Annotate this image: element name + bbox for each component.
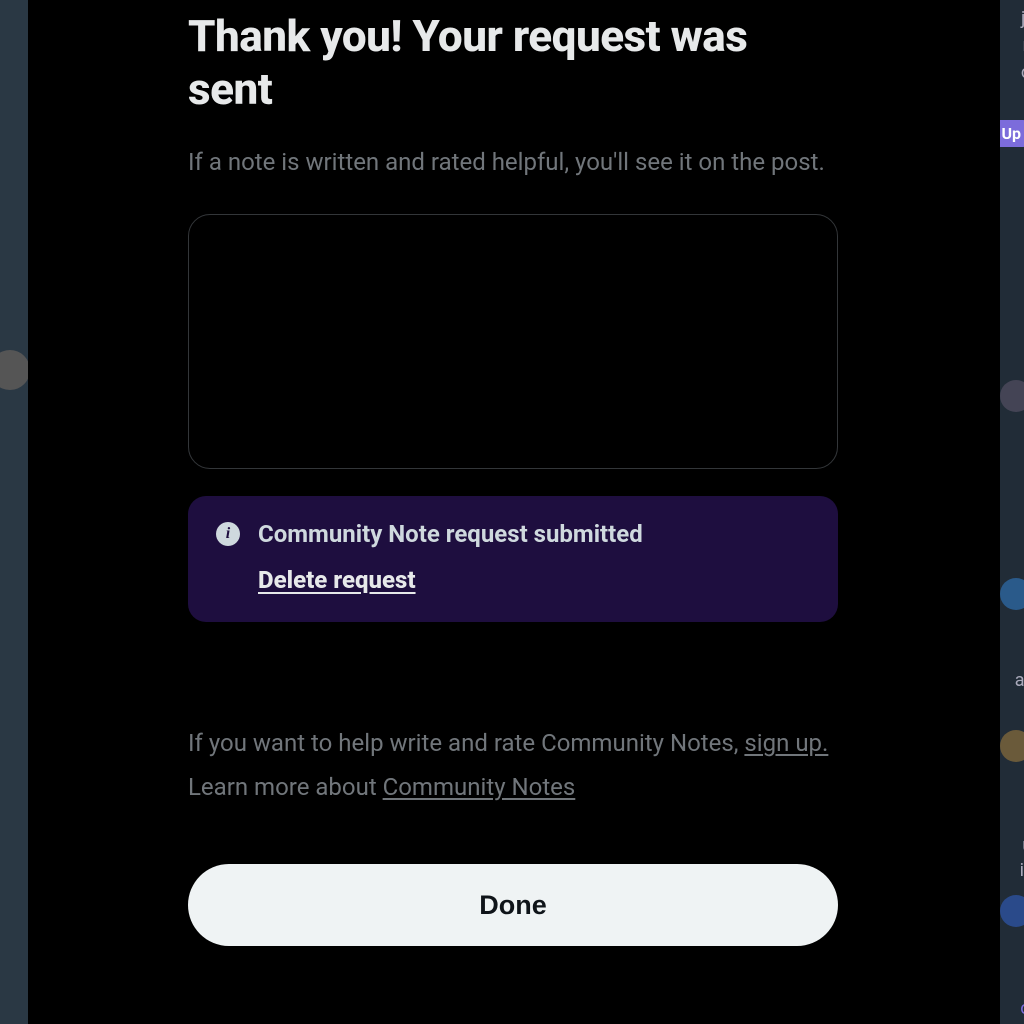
bg-avatar-icon [1000,730,1024,762]
modal-subtitle: If a note is written and rated helpful, … [188,146,838,180]
bg-avatar-icon [1000,895,1024,927]
bg-avatar-icon [1000,578,1024,610]
bg-text: ow [1020,998,1024,1019]
help-prefix: If you want to help write and rate Commu… [188,729,744,757]
background-right: joy r Y oly Up xp el ne an ane as utt ig… [1000,0,1024,1024]
done-button[interactable]: Done [188,864,838,946]
bg-text: ane [1015,670,1024,691]
delete-request-link[interactable]: Delete request [258,566,416,594]
learn-more-text: Learn more about Community Notes [188,771,838,805]
modal-content: Thank you! Your request was sent If a no… [188,0,838,946]
modal-dialog: Thank you! Your request was sent If a no… [28,0,1000,1024]
info-icon: i [216,522,240,546]
signup-link[interactable]: sign up. [744,729,828,757]
status-message: Community Note request submitted [258,520,643,548]
bg-badge: Up [1000,120,1024,147]
status-row: i Community Note request submitted [216,520,810,548]
bg-avatar-icon [1000,380,1024,412]
status-card: i Community Note request submitted Delet… [188,496,838,622]
help-text: If you want to help write and rate Commu… [188,727,838,761]
info-glyph: i [226,526,230,542]
bg-text: igh [1020,860,1024,881]
learn-prefix: Learn more about [188,773,383,801]
modal-title: Thank you! Your request was sent [188,0,838,116]
background-left [0,0,28,1024]
content-box [188,214,838,469]
community-notes-link[interactable]: Community Notes [383,773,576,801]
